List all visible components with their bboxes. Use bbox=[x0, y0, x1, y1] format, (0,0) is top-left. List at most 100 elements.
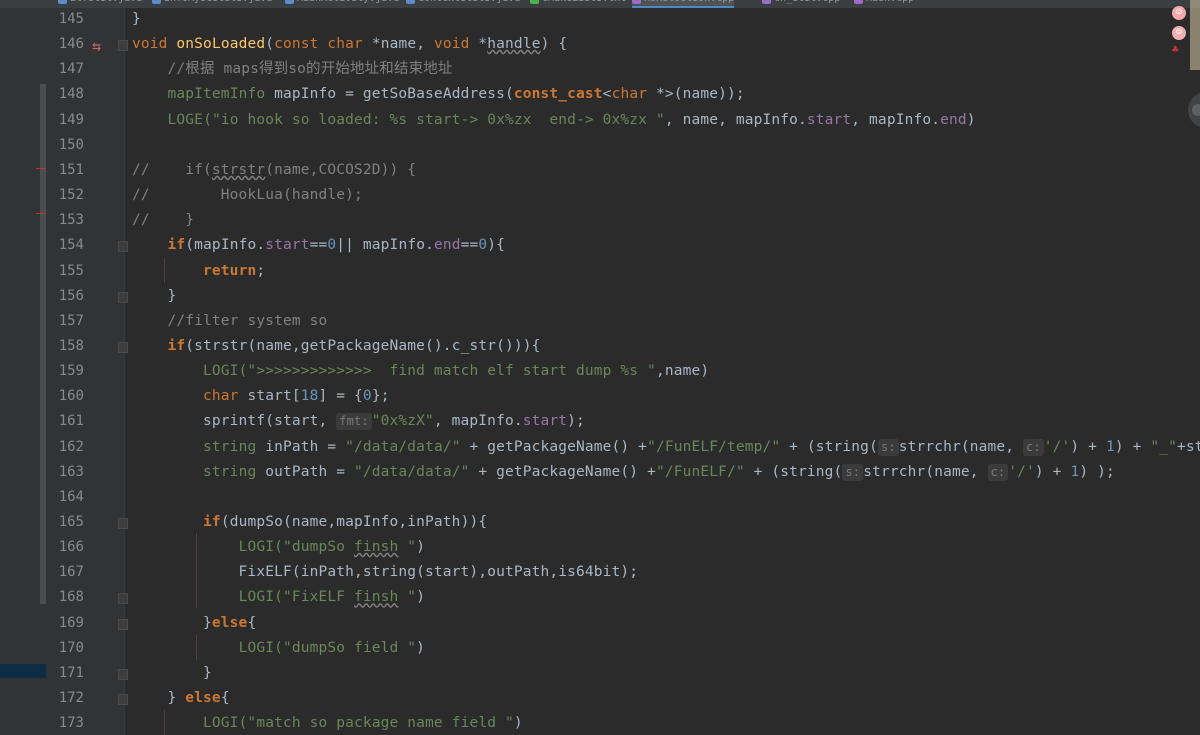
code-token: == bbox=[460, 237, 479, 254]
code-line[interactable]: 150 bbox=[0, 133, 1200, 158]
fold-toggle-icon[interactable] bbox=[118, 40, 128, 52]
code-line[interactable]: 170 LOGI("dumpSo field ") bbox=[0, 636, 1200, 661]
line-number: 152 bbox=[58, 187, 84, 204]
fold-toggle-icon[interactable] bbox=[118, 518, 128, 529]
code-token: 1 bbox=[1105, 438, 1115, 455]
parameter-hint: c: bbox=[1023, 438, 1044, 456]
code-line[interactable]: 152 // HookLua(handle); bbox=[0, 183, 1200, 208]
line-number: 145 bbox=[58, 11, 84, 27]
code-token: "/data/data/" bbox=[354, 463, 470, 480]
code-line[interactable]: 157 //filter system so bbox=[0, 309, 1200, 334]
code-token: // HookLua(handle); bbox=[132, 187, 363, 204]
code-line[interactable]: 154 if(mapInfo.start==0|| mapInfo.end==0… bbox=[0, 233, 1200, 258]
code-token: LOGI bbox=[238, 539, 275, 556]
code-token: "0x%zX" bbox=[371, 413, 434, 430]
code-token: LOGI bbox=[203, 363, 239, 380]
code-line[interactable]: 162 string inPath = "/data/data/" + getP… bbox=[0, 435, 1200, 460]
code-line[interactable]: 166 LOGI("dumpSo finsh ") bbox=[0, 535, 1200, 560]
cat-icon[interactable]: ♣ bbox=[1172, 44, 1184, 56]
code-token: } bbox=[132, 287, 177, 304]
code-token: LOGI bbox=[238, 639, 275, 656]
code-text: string inPath = "/data/data/" + getPacka… bbox=[132, 435, 1200, 460]
code-token: mapInfo = getSoBaseAddress( bbox=[265, 86, 514, 103]
code-text: LOGI("dumpSo field ") bbox=[132, 636, 425, 661]
fold-toggle-icon[interactable] bbox=[118, 668, 128, 680]
code-line[interactable]: 160 char start[18] = {0}; bbox=[0, 384, 1200, 409]
code-line[interactable]: 146 ⇆ void onSoLoaded(const char *name, vo… bbox=[0, 32, 1200, 57]
code-text: }else{ bbox=[132, 611, 256, 636]
code-line[interactable]: 149 LOGE("io hook so loaded: %s start-> … bbox=[0, 108, 1200, 133]
code-token: *name, bbox=[362, 36, 434, 53]
code-line[interactable]: 165 if(dumpSo(name,mapInfo,inPath)){ bbox=[0, 510, 1200, 535]
smile-icon[interactable]: ☺ bbox=[1172, 6, 1186, 20]
code-line[interactable]: 155 return; bbox=[0, 259, 1200, 284]
code-token: else bbox=[185, 690, 221, 707]
code-text: LOGI("dumpSo finsh ") bbox=[132, 535, 425, 560]
code-token: , mapInfo. bbox=[433, 413, 523, 430]
smile-icon[interactable]: ☺ bbox=[1172, 26, 1186, 40]
fold-toggle-icon[interactable] bbox=[118, 618, 128, 630]
code-token: "/data/data/" bbox=[345, 438, 461, 455]
code-token: if bbox=[203, 514, 221, 530]
code-line[interactable]: 164 bbox=[0, 485, 1200, 510]
line-number: 148 bbox=[58, 86, 84, 103]
line-number: 153 bbox=[58, 212, 84, 229]
code-text: char start[18] = {0}; bbox=[132, 384, 390, 409]
code-line[interactable]: 159 LOGI(">>>>>>>>>>>>> find match elf s… bbox=[0, 359, 1200, 384]
code-line[interactable]: 163 string outPath = "/data/data/" + get… bbox=[0, 460, 1200, 485]
line-number: 164 bbox=[58, 488, 84, 505]
parameter-hint: c: bbox=[987, 463, 1009, 481]
code-token: 0 bbox=[478, 237, 488, 254]
code-token: ) bbox=[416, 539, 426, 556]
code-token: return bbox=[203, 262, 257, 279]
code-token: start bbox=[265, 237, 310, 254]
code-line[interactable]: 173 LOGI("match so package name field ") bbox=[0, 711, 1200, 735]
code-token: LOGI bbox=[238, 589, 275, 606]
code-line[interactable]: 167 FixELF(inPath,string(start),outPath,… bbox=[0, 560, 1200, 585]
fold-toggle-icon[interactable] bbox=[118, 341, 128, 353]
code-line[interactable]: 151 // if(strstr(name,COCOS2D)) { bbox=[0, 158, 1200, 183]
wallpaper-decoration bbox=[1190, 0, 1200, 70]
code-token: ; bbox=[256, 262, 266, 279]
line-number: 161 bbox=[58, 413, 84, 430]
line-number: 165 bbox=[58, 514, 84, 530]
code-token: start bbox=[806, 111, 852, 128]
fold-toggle-icon[interactable] bbox=[118, 241, 128, 253]
code-line[interactable]: 169 }else{ bbox=[0, 611, 1200, 636]
code-line[interactable]: 145} bbox=[0, 7, 1200, 32]
parameter-hint: fmt: bbox=[336, 413, 372, 431]
code-line[interactable]: 172 } else{ bbox=[0, 686, 1200, 711]
fold-toggle-icon[interactable] bbox=[118, 593, 128, 605]
code-token: string bbox=[203, 463, 257, 480]
code-token: (mapInfo. bbox=[185, 237, 266, 254]
code-token: "/FunELF/temp/" bbox=[647, 438, 781, 455]
code-line[interactable]: 161 sprintf(start, fmt: "0x%zX", mapInfo.… bbox=[0, 409, 1200, 434]
code-token: 18 bbox=[300, 388, 319, 405]
fold-toggle-icon[interactable] bbox=[118, 694, 128, 706]
code-line[interactable]: 153 // } bbox=[0, 208, 1200, 233]
fold-toggle-icon[interactable] bbox=[118, 291, 128, 303]
code-line[interactable]: 148 mapItemInfo mapInfo = getSoBaseAddre… bbox=[0, 82, 1200, 107]
line-number: 154 bbox=[58, 237, 84, 254]
code-line[interactable]: 168 LOGI("FixELF finsh ") bbox=[0, 585, 1200, 610]
code-text: //根据 maps得到so的开始地址和结束地址 bbox=[132, 57, 453, 82]
code-token: strrchr(name, bbox=[863, 463, 988, 480]
code-text: LOGI(">>>>>>>>>>>>> find match elf start… bbox=[132, 359, 709, 384]
code-line[interactable]: 147 //根据 maps得到so的开始地址和结束地址 bbox=[0, 57, 1200, 82]
code-token: ("match so package name field " bbox=[238, 715, 514, 732]
code-text: LOGI("match so package name field ") bbox=[132, 711, 523, 735]
code-line[interactable]: 158 if(strstr(name,getPackageName().c_st… bbox=[0, 334, 1200, 359]
code-token: outPath = bbox=[256, 463, 355, 480]
override-arrows-icon[interactable]: ⇆ bbox=[92, 34, 101, 59]
code-line[interactable]: 156 } bbox=[0, 284, 1200, 309]
code-line[interactable]: 171 } bbox=[0, 661, 1200, 686]
code-token: || mapInfo. bbox=[336, 237, 434, 254]
line-number: 166 bbox=[58, 539, 84, 556]
code-text: if(dumpSo(name,mapInfo,inPath)){ bbox=[132, 510, 487, 535]
